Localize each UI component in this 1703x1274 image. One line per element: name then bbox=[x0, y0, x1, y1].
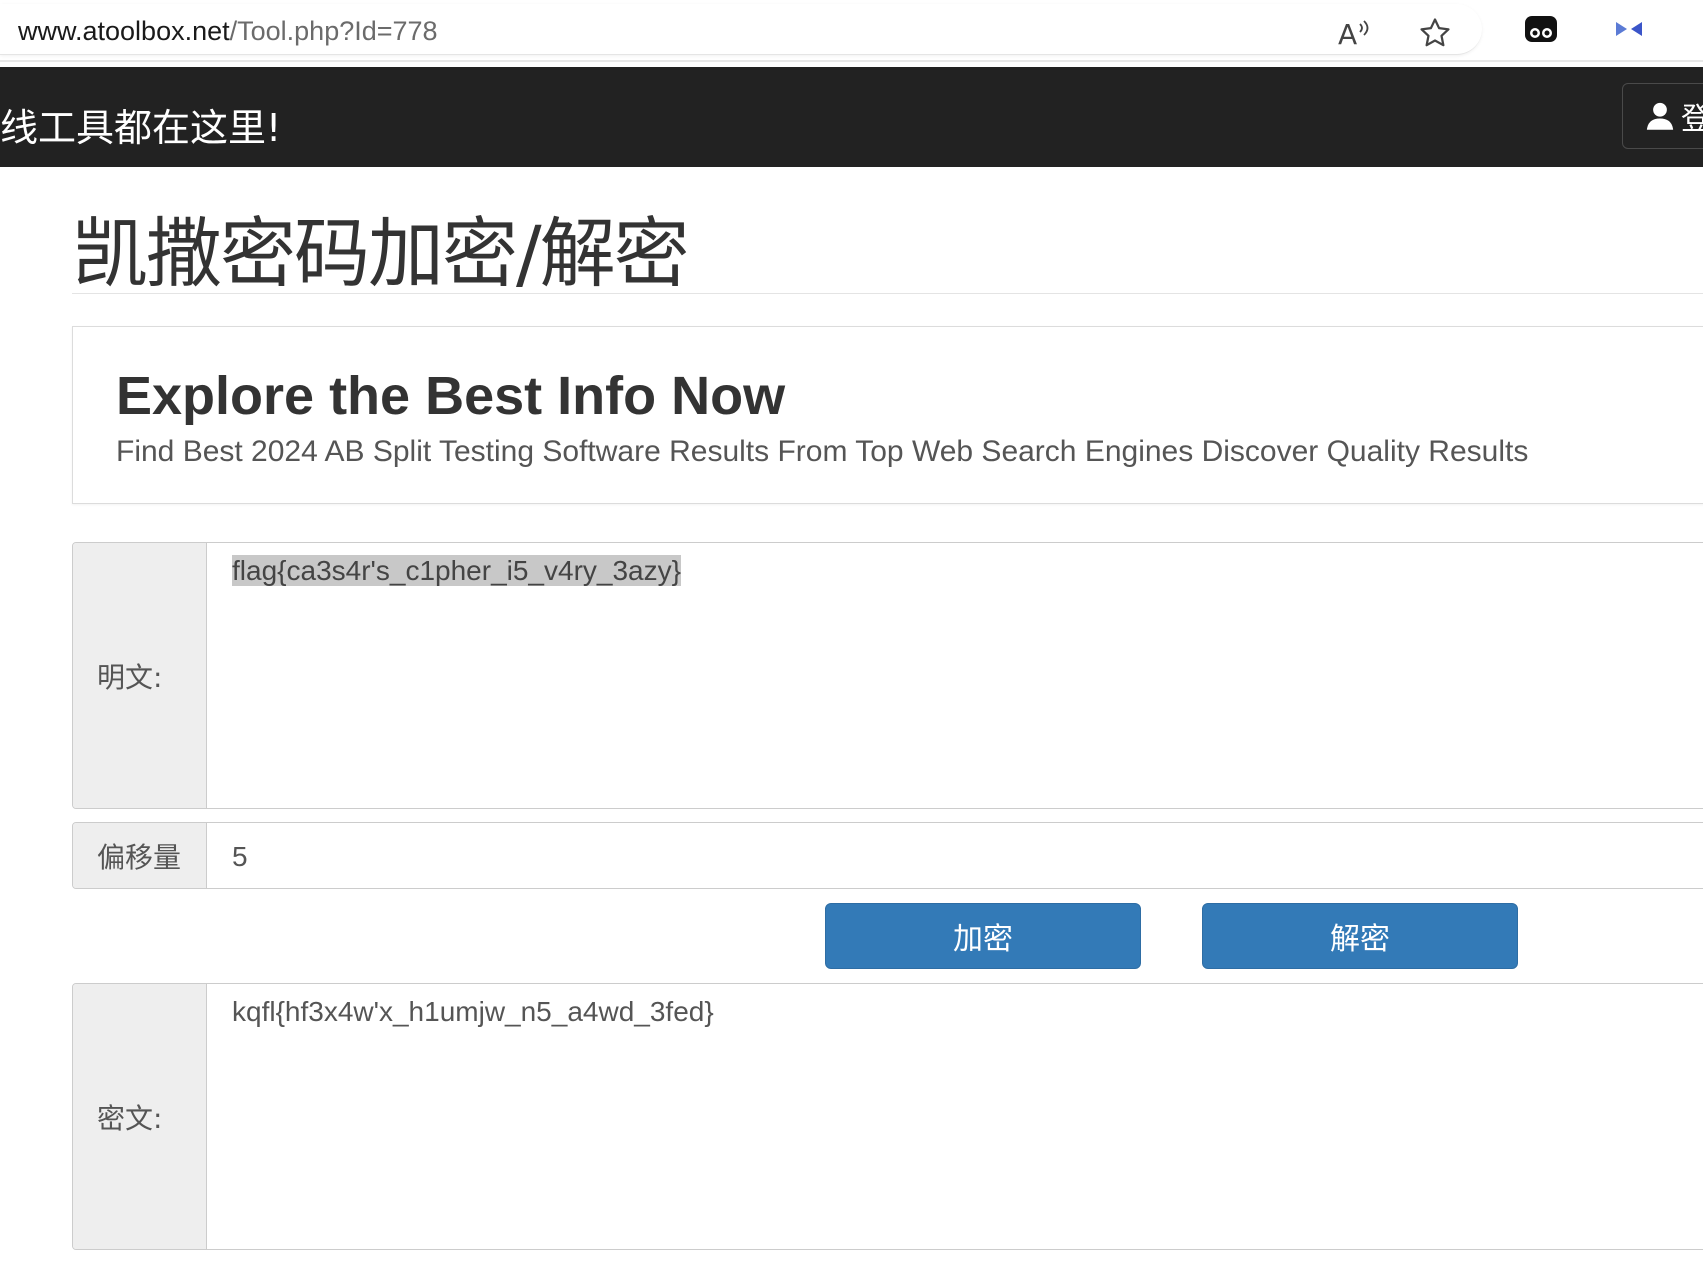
login-label: 登 bbox=[1681, 103, 1703, 136]
favorite-star-icon[interactable] bbox=[1416, 14, 1454, 52]
ad-banner[interactable]: Explore the Best Info Now Find Best 2024… bbox=[72, 326, 1703, 504]
title-divider bbox=[72, 293, 1703, 294]
read-aloud-icon[interactable]: A bbox=[1336, 14, 1374, 52]
site-header: 线工具都在这里! 登 bbox=[0, 67, 1703, 167]
plaintext-label: 明文: bbox=[73, 543, 207, 808]
plaintext-group: 明文: flag{ca3s4r's_c1pher_i5_v4ry_3azy} bbox=[72, 542, 1703, 809]
site-title[interactable]: 线工具都在这里! bbox=[0, 97, 281, 152]
user-icon bbox=[1646, 102, 1674, 130]
extension-icon[interactable] bbox=[1522, 10, 1560, 48]
ad-headline[interactable]: Explore the Best Info Now bbox=[116, 365, 785, 427]
plaintext-value: flag{ca3s4r's_c1pher_i5_v4ry_3azy} bbox=[232, 555, 681, 586]
ciphertext-label: 密文: bbox=[73, 984, 207, 1249]
page-title: 凯撒密码加密/解密 bbox=[72, 209, 690, 298]
offset-input[interactable]: 5 bbox=[207, 823, 1703, 888]
ciphertext-output[interactable]: kqfl{hf3x4w'x_h1umjw_n5_a4wd_3fed} bbox=[207, 984, 1703, 1249]
ad-text[interactable]: Find Best 2024 AB Split Testing Software… bbox=[116, 435, 1528, 469]
address-bar[interactable]: www.atoolbox.net/Tool.php?Id=778 A bbox=[0, 4, 1482, 55]
ciphertext-group: 密文: kqfl{hf3x4w'x_h1umjw_n5_a4wd_3fed} bbox=[72, 983, 1703, 1250]
svg-text:A: A bbox=[1338, 18, 1357, 48]
login-button[interactable]: 登 bbox=[1622, 83, 1703, 149]
offset-group: 偏移量 5 bbox=[72, 822, 1703, 889]
offset-label: 偏移量 bbox=[73, 823, 207, 888]
plaintext-input[interactable]: flag{ca3s4r's_c1pher_i5_v4ry_3azy} bbox=[207, 543, 1703, 808]
decrypt-button[interactable]: 解密 bbox=[1202, 903, 1518, 969]
encrypt-button[interactable]: 加密 bbox=[825, 903, 1141, 969]
url-path: /Tool.php?Id=778 bbox=[229, 16, 438, 46]
bing-copilot-icon[interactable] bbox=[1610, 10, 1648, 48]
browser-toolbar: www.atoolbox.net/Tool.php?Id=778 A bbox=[0, 0, 1703, 60]
url-host: www.atoolbox.net bbox=[18, 16, 230, 46]
url-text[interactable]: www.atoolbox.net/Tool.php?Id=778 bbox=[18, 16, 438, 47]
